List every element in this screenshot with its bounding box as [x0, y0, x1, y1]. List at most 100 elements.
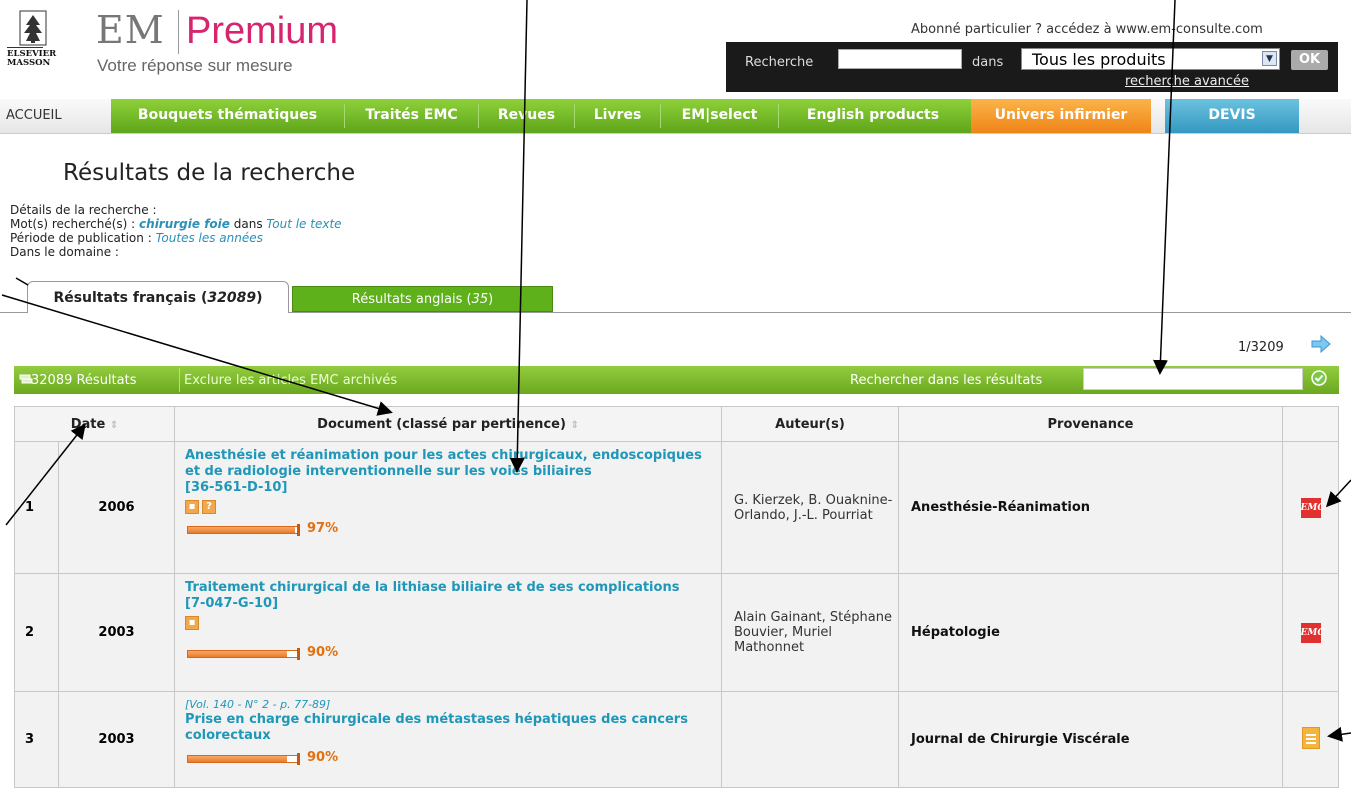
ok-button[interactable]: OK	[1291, 50, 1328, 70]
row-document: Traitement chirurgical de la lithiase bi…	[174, 573, 722, 692]
nav-traites-emc[interactable]: Traités EMC	[345, 99, 478, 133]
document-title-link[interactable]: Prise en charge chirurgicale des métasta…	[185, 712, 711, 744]
document-icons: ▪	[185, 615, 711, 631]
row-type	[1282, 691, 1339, 788]
relevance-bar	[187, 650, 299, 658]
details-domain: Dans le domaine :	[10, 245, 119, 259]
relevance-bar	[187, 755, 299, 763]
row-date: 2003	[58, 573, 175, 692]
tab-french-results[interactable]: Résultats français (32089)	[27, 281, 289, 313]
journal-icon[interactable]	[1301, 726, 1320, 749]
tab-english-results[interactable]: Résultats anglais (35)	[292, 286, 553, 312]
chevron-down-icon[interactable]: ▼	[1262, 51, 1277, 66]
col-date-header[interactable]: Date ⇕	[14, 406, 175, 442]
row-number: 1	[14, 441, 59, 574]
nav-livres[interactable]: Livres	[575, 99, 660, 133]
row-authors: G. Kierzek, B. Ouaknine-Orlando, J.-L. P…	[721, 441, 899, 574]
row-date: 2006	[58, 441, 175, 574]
nav-emselect[interactable]: EM|select	[661, 99, 778, 133]
keywords-scope: Tout le texte	[266, 217, 342, 231]
search-input[interactable]	[838, 49, 962, 69]
relevance-fill	[188, 651, 287, 657]
nav-bouquets[interactable]: Bouquets thématiques	[111, 99, 344, 133]
row-type: EMC	[1282, 573, 1339, 692]
row-source: Journal de Chirurgie Viscérale	[898, 691, 1283, 788]
document-reference[interactable]: [36-561-D-10]	[185, 480, 711, 496]
subscriber-link[interactable]: Abonné particulier ? accédez à www.em-co…	[911, 22, 1263, 37]
advanced-search-link[interactable]: recherche avancée	[1125, 74, 1249, 89]
relevance-bar-cap	[297, 648, 300, 660]
arrow-to-french-tab	[15, 277, 29, 286]
abstract-icon[interactable]: ▪	[185, 615, 199, 630]
search-in-results-input[interactable]	[1083, 368, 1303, 390]
emc-icon[interactable]: EMC	[1300, 497, 1325, 518]
row-document: [Vol. 140 - N° 2 - p. 77-89] Prise en ch…	[174, 691, 722, 788]
tab-en-close: )	[488, 292, 494, 307]
tab-fr-count: 32089	[207, 290, 257, 306]
toolbar-divider	[179, 368, 180, 392]
nav-english-products[interactable]: English products	[779, 99, 967, 133]
relevance-bar	[187, 526, 299, 534]
elsevier-masson-logo[interactable]: ELSEVIER MASSON	[6, 9, 82, 74]
document-title-link[interactable]: Anesthésie et réanimation pour les actes…	[185, 448, 711, 480]
search-go-icon[interactable]	[1311, 370, 1327, 390]
relevance-percent: 90%	[307, 645, 339, 660]
emc-icon[interactable]: EMC	[1300, 622, 1325, 643]
period-value: Toutes les années	[155, 231, 263, 245]
col-authors-header: Auteur(s)	[721, 406, 899, 442]
table-row[interactable]: 3 2003 [Vol. 140 - N° 2 - p. 77-89] Pris…	[14, 691, 1339, 788]
logo-em: EM	[96, 8, 165, 52]
row-number: 3	[14, 691, 59, 788]
document-reference[interactable]: [7-047-G-10]	[185, 596, 711, 612]
question-icon[interactable]: ?	[202, 499, 216, 514]
row-source: Hépatologie	[898, 573, 1283, 692]
search-in-results-label: Rechercher dans les résultats	[850, 373, 1043, 388]
col-document-header[interactable]: Document (classé par pertinence) ⇕	[174, 406, 722, 442]
results-count: 32089 Résultats	[31, 373, 137, 388]
nav-devis[interactable]: DEVIS	[1165, 99, 1299, 133]
journal-volume: [Vol. 140 - N° 2 - p. 77-89]	[185, 698, 331, 711]
keywords-label: Mot(s) recherché(s) :	[10, 217, 136, 231]
relevance-percent: 90%	[307, 750, 339, 765]
col-source-header: Provenance	[898, 406, 1283, 442]
exclude-archived-link[interactable]: Exclure les articles EMC archivés	[184, 373, 397, 388]
relevance-meter: 97%	[185, 521, 711, 536]
document-title-link[interactable]: Traitement chirurgical de la lithiase bi…	[185, 580, 711, 596]
period-label: Période de publication :	[10, 231, 152, 245]
nav-univers-infirmier[interactable]: Univers infirmier	[971, 99, 1151, 133]
sort-icon[interactable]: ⇕	[570, 420, 578, 431]
table-row[interactable]: 2 2003 Traitement chirurgical de la lith…	[14, 573, 1339, 692]
logo-premium: Premium	[186, 10, 339, 52]
keywords-value: chirurgie foie	[139, 217, 230, 231]
document-icons: ▪?	[185, 499, 711, 515]
row-document: Anesthésie et réanimation pour les actes…	[174, 441, 722, 574]
relevance-fill	[188, 527, 295, 533]
abstract-icon[interactable]: ▪	[185, 499, 199, 514]
search-label: Recherche	[745, 55, 814, 70]
tab-fr-label: Résultats français (	[53, 290, 208, 306]
details-keywords: Mot(s) recherché(s) : chirurgie foie dan…	[10, 217, 342, 231]
col-type-header	[1282, 406, 1339, 442]
logo-masson-text: MASSON	[7, 58, 50, 68]
page-indicator: 1/3209	[1238, 340, 1284, 355]
table-header-row: Date ⇕ Document (classé par pertinence) …	[14, 406, 1339, 442]
tab-fr-close: )	[256, 290, 263, 306]
product-select-value[interactable]: Tous les produits	[1032, 50, 1166, 69]
relevance-bar-cap	[297, 753, 300, 765]
row-date: 2003	[58, 691, 175, 788]
details-heading: Détails de la recherche :	[10, 203, 157, 217]
nav-accueil[interactable]: ACCUEIL	[6, 99, 86, 133]
relevance-meter: 90%	[185, 750, 711, 765]
table-row[interactable]: 1 2006 Anesthésie et réanimation pour le…	[14, 441, 1339, 574]
relevance-meter: 90%	[185, 645, 711, 660]
sort-icon[interactable]: ⇕	[110, 420, 118, 431]
col-date-label: Date	[70, 416, 106, 432]
logo-separator	[178, 10, 179, 54]
page-title: Résultats de la recherche	[63, 160, 356, 186]
row-number: 2	[14, 573, 59, 692]
results-table: Date ⇕ Document (classé par pertinence) …	[14, 406, 1339, 788]
nav-revues[interactable]: Revues	[479, 99, 574, 133]
row-type: EMC	[1282, 441, 1339, 574]
next-page-arrow-icon[interactable]	[1311, 334, 1331, 357]
row-authors	[721, 691, 899, 788]
